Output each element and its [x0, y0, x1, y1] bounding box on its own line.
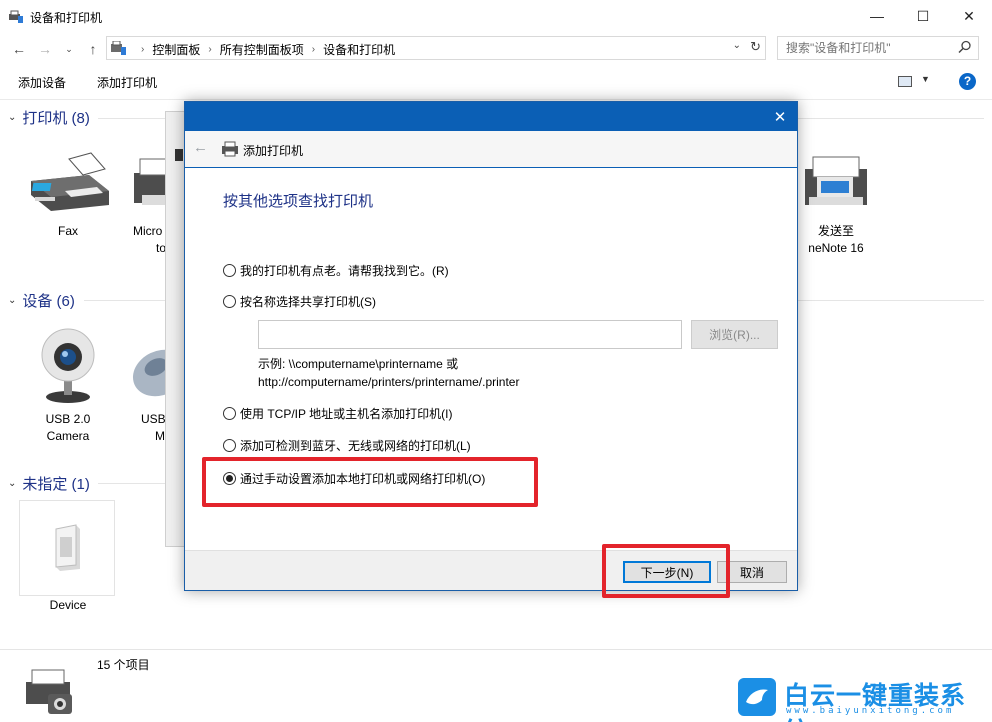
- devices-printers-icon: [9, 10, 23, 23]
- breadcrumb-control-panel[interactable]: 控制面板: [152, 41, 200, 58]
- recent-locations-chevron-icon[interactable]: ⌄: [60, 40, 78, 58]
- dialog-close-button[interactable]: ✕: [771, 108, 789, 126]
- radio-tcpip[interactable]: [223, 407, 236, 420]
- breadcrumb: › 控制面板 › 所有控制面板项 › 设备和打印机: [133, 41, 395, 58]
- view-dropdown-icon[interactable]: ▼: [921, 74, 930, 84]
- printer-icon: [222, 141, 238, 157]
- add-device-button[interactable]: 添加设备: [18, 74, 66, 91]
- search-box[interactable]: [777, 36, 979, 60]
- command-bar: 添加设备 添加打印机 ▼ ?: [0, 64, 992, 100]
- example-line-1: 示例: \\computername\printername 或: [258, 357, 459, 371]
- title-bar: 设备和打印机 — ☐ ✕: [0, 0, 992, 32]
- device-tile[interactable]: [19, 500, 115, 596]
- add-printer-button[interactable]: 添加打印机: [97, 74, 157, 91]
- example-line-2: http://computername/printers/printername…: [258, 375, 520, 389]
- breadcrumb-devices-printers[interactable]: 设备和打印机: [323, 41, 395, 58]
- radio-shared-by-name[interactable]: [223, 295, 236, 308]
- group-header-printers[interactable]: ⌄ 打印机 (8): [8, 107, 90, 128]
- breadcrumb-separator-icon: ›: [311, 44, 316, 55]
- window-title: 设备和打印机: [30, 11, 103, 25]
- option-printer-old[interactable]: 我的打印机有点老。请帮我找到它。(R): [223, 262, 449, 279]
- help-button[interactable]: ?: [959, 73, 976, 90]
- dialog-title-strip: ← 添加打印机: [185, 131, 797, 167]
- device-label: USB 2.0: [45, 412, 91, 426]
- bird-logo-icon: [738, 678, 776, 716]
- highlight-next-button: [602, 544, 730, 598]
- option-label: 添加可检测到蓝牙、无线或网络的打印机(L): [240, 439, 471, 453]
- group-divider: [798, 300, 984, 301]
- forward-arrow-icon[interactable]: →: [36, 40, 54, 58]
- device-onenote-printer[interactable]: 发送至 neNote 16: [796, 151, 876, 257]
- address-bar: ← → ⌄ ↑ › 控制面板 › 所有控制面板项 › 设备和打印机 ⌄ ↻: [0, 32, 992, 64]
- device-label: Fax: [57, 224, 78, 238]
- onenote-printer-icon: [805, 156, 867, 205]
- dialog-title: 添加打印机: [243, 144, 304, 158]
- browse-button[interactable]: 浏览(R)...: [691, 320, 778, 349]
- device-label-line2: Camera: [46, 429, 90, 443]
- webcam-icon: [41, 328, 95, 403]
- background-printer-icon: [175, 149, 183, 161]
- highlight-manual-option: [202, 457, 538, 507]
- device-tower-icon: [55, 524, 80, 571]
- option-tcpip[interactable]: 使用 TCP/IP 地址或主机名添加打印机(I): [223, 405, 452, 422]
- group-divider: [798, 118, 984, 119]
- device-label: Device: [49, 598, 87, 612]
- device-usb-camera[interactable]: USB 2.0 Camera: [20, 323, 116, 445]
- add-printer-dialog: ✕ ← 添加打印机 按其他选项查找打印机 我的打印机有点老。请帮我找到它。(R)…: [184, 101, 798, 591]
- devices-printers-large-icon: [26, 669, 72, 714]
- up-arrow-icon[interactable]: ↑: [84, 40, 102, 58]
- breadcrumb-separator-icon: ›: [208, 44, 212, 55]
- example-text: 示例: \\computername\printername 或 http://…: [258, 355, 519, 391]
- breadcrumb-separator-icon: ›: [141, 44, 145, 55]
- group-header-devices[interactable]: ⌄ 设备 (6): [8, 290, 75, 311]
- watermark: 白云一键重装系统 www.baiyunxitong.com: [738, 676, 988, 722]
- option-label: 我的打印机有点老。请帮我找到它。(R): [240, 264, 449, 278]
- option-shared-by-name[interactable]: 按名称选择共享打印机(S): [223, 293, 376, 310]
- device-fax[interactable]: Fax: [20, 151, 116, 240]
- search-icon: [958, 40, 971, 54]
- maximize-button[interactable]: ☐: [900, 0, 946, 32]
- option-label: 按名称选择共享打印机(S): [240, 295, 376, 309]
- radio-bluetooth-wireless[interactable]: [223, 439, 236, 452]
- address-box[interactable]: › 控制面板 › 所有控制面板项 › 设备和打印机 ⌄ ↻: [106, 36, 766, 60]
- back-arrow-icon[interactable]: ←: [10, 40, 28, 58]
- device-label: 发送至: [817, 224, 854, 238]
- item-count: 15 个项目: [97, 658, 150, 672]
- option-bluetooth-wireless[interactable]: 添加可检测到蓝牙、无线或网络的打印机(L): [223, 437, 471, 454]
- shared-printer-name-input[interactable]: [258, 320, 682, 349]
- group-title: 打印机 (8): [22, 110, 90, 127]
- search-input[interactable]: [786, 38, 956, 58]
- view-options-icon[interactable]: [898, 76, 912, 87]
- device-label-line2: neNote 16: [808, 241, 864, 255]
- watermark-url: www.baiyunxitong.com: [786, 706, 955, 716]
- fax-icon: [31, 152, 109, 211]
- breadcrumb-all-items[interactable]: 所有控制面板项: [220, 41, 304, 58]
- dialog-heading: 按其他选项查找打印机: [223, 193, 374, 210]
- group-title: 设备 (6): [22, 293, 75, 310]
- dialog-back-arrow-icon[interactable]: ←: [193, 139, 208, 156]
- address-dropdown-icon[interactable]: ⌄: [733, 40, 741, 51]
- collapse-chevron-icon[interactable]: ⌄: [8, 478, 16, 489]
- collapse-chevron-icon[interactable]: ⌄: [8, 295, 16, 306]
- collapse-chevron-icon[interactable]: ⌄: [8, 112, 16, 123]
- control-panel-icon: [111, 41, 126, 55]
- minimize-button[interactable]: —: [854, 0, 900, 32]
- group-title: 未指定 (1): [22, 476, 90, 493]
- option-label: 使用 TCP/IP 地址或主机名添加打印机(I): [240, 407, 453, 421]
- close-window-button[interactable]: ✕: [946, 0, 992, 32]
- radio-printer-old[interactable]: [223, 264, 236, 277]
- group-header-unspecified[interactable]: ⌄ 未指定 (1): [8, 473, 90, 494]
- refresh-icon[interactable]: ↻: [750, 39, 761, 55]
